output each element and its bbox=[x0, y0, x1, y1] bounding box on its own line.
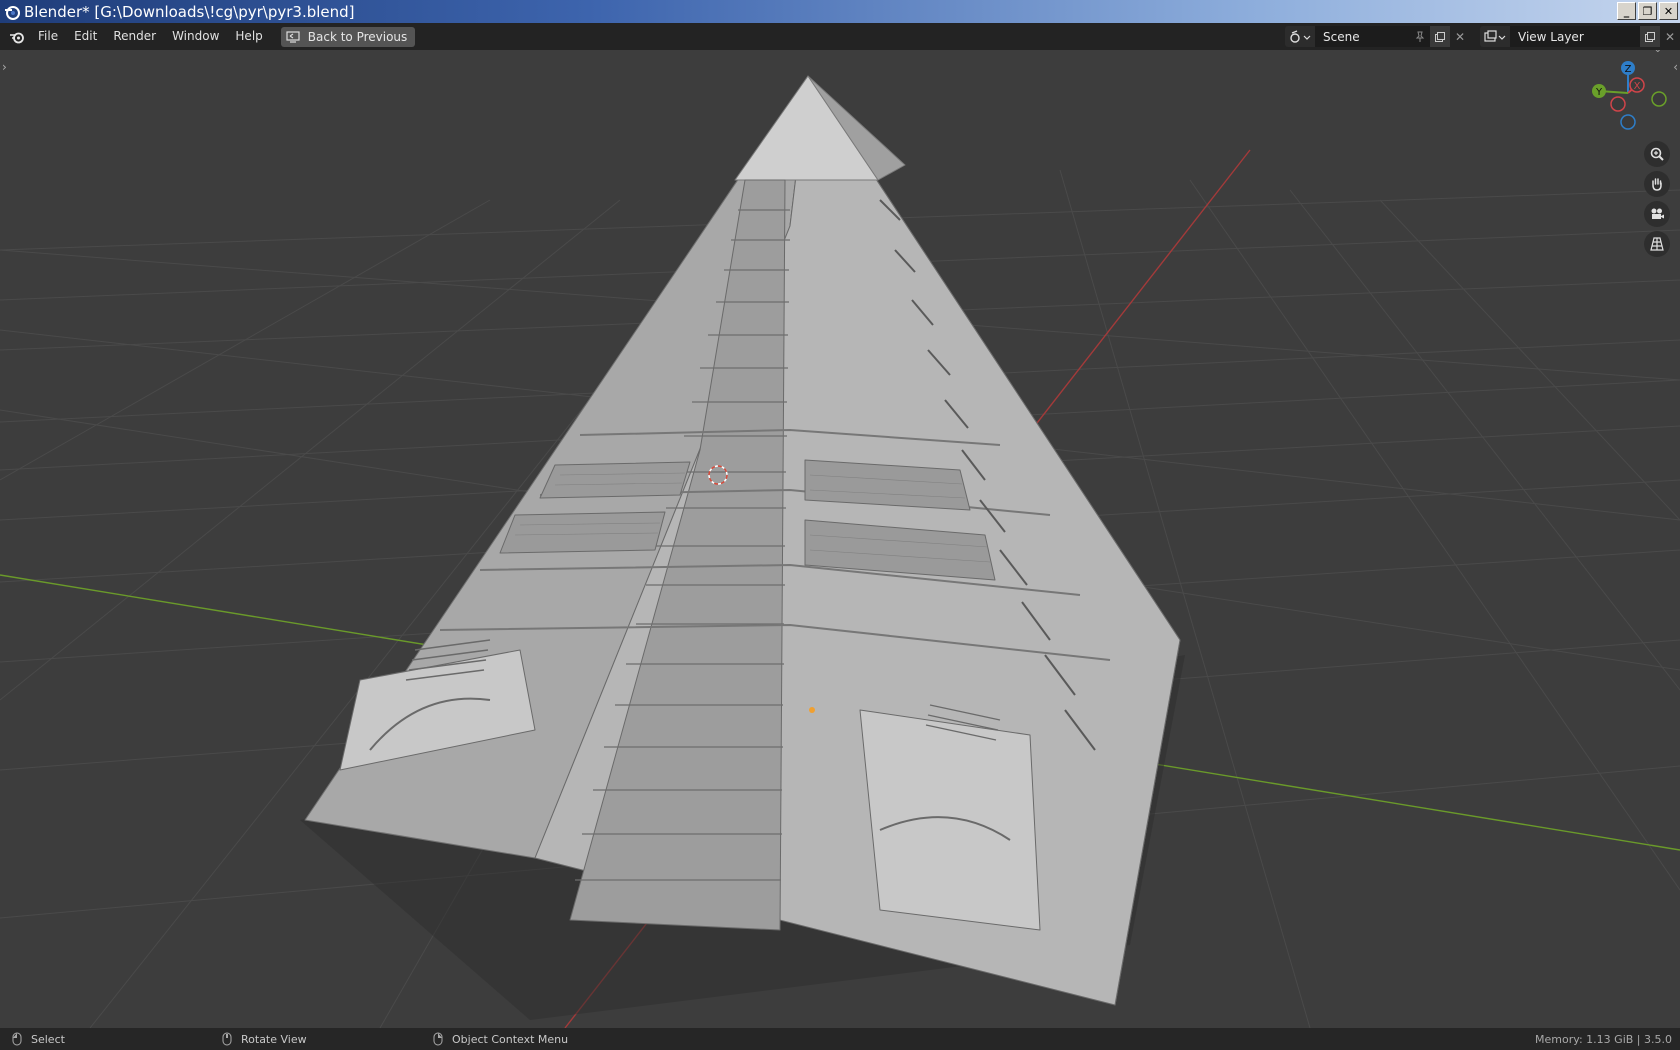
status-select-label: Select bbox=[31, 1032, 65, 1046]
gizmo-x-label: X bbox=[1634, 81, 1641, 92]
scene-name-field[interactable]: Scene bbox=[1315, 26, 1410, 47]
top-menu-bar: File Edit Render Window Help Back to Pre… bbox=[0, 23, 1680, 50]
grid-perspective-icon bbox=[1650, 237, 1664, 251]
viewport-scene bbox=[0, 75, 1680, 1028]
close-button[interactable]: ✕ bbox=[1659, 2, 1678, 20]
mouse-middle-icon bbox=[222, 1032, 232, 1046]
menu-window[interactable]: Window bbox=[164, 23, 227, 50]
scene-type-dropdown[interactable] bbox=[1285, 26, 1315, 47]
menu-file[interactable]: File bbox=[30, 23, 66, 50]
navigation-gizmo[interactable]: Z X Y bbox=[1585, 58, 1675, 142]
camera-icon bbox=[1651, 208, 1664, 219]
blender-menu-button[interactable] bbox=[4, 23, 30, 50]
status-rotate: Rotate View bbox=[222, 1032, 307, 1046]
left-toolbar-expand-icon[interactable]: › bbox=[2, 60, 7, 74]
view-layer-dropdown[interactable] bbox=[1480, 26, 1510, 47]
screen-back-icon bbox=[286, 30, 300, 43]
blender-logo-icon bbox=[5, 5, 20, 20]
pin-icon[interactable] bbox=[1410, 26, 1430, 47]
perspective-toggle-button[interactable] bbox=[1644, 231, 1670, 257]
delete-scene-icon[interactable]: ✕ bbox=[1450, 26, 1470, 47]
menu-edit[interactable]: Edit bbox=[66, 23, 105, 50]
object-origin bbox=[809, 707, 815, 713]
back-to-previous-label: Back to Previous bbox=[307, 29, 408, 44]
window-title: Blender* [G:\Downloads\!cg\pyr\pyr3.blen… bbox=[24, 2, 355, 21]
status-rotate-label: Rotate View bbox=[241, 1032, 307, 1046]
scene-selector: Scene ✕ bbox=[1285, 26, 1470, 47]
3d-viewport[interactable]: › ‹ ⌄ Z X Y bbox=[0, 50, 1680, 1028]
pyramid-model bbox=[300, 75, 1185, 1020]
mouse-left-icon bbox=[12, 1032, 22, 1046]
menu-help[interactable]: Help bbox=[227, 23, 270, 50]
new-scene-icon[interactable] bbox=[1430, 26, 1450, 47]
zoom-icon bbox=[1650, 147, 1664, 161]
status-select: Select bbox=[12, 1032, 65, 1046]
menu-render[interactable]: Render bbox=[105, 23, 164, 50]
blender-icon bbox=[10, 32, 24, 43]
new-view-layer-icon[interactable] bbox=[1640, 26, 1660, 47]
delete-view-layer-icon[interactable]: ✕ bbox=[1660, 26, 1680, 47]
status-context-label: Object Context Menu bbox=[452, 1032, 569, 1046]
memory-version-info: Memory: 1.13 GiB | 3.5.0 bbox=[1535, 1032, 1672, 1046]
pan-button[interactable] bbox=[1644, 171, 1670, 197]
status-context: Object Context Menu bbox=[433, 1032, 568, 1046]
gizmo-y-label: Y bbox=[1595, 87, 1603, 98]
back-to-previous-button[interactable]: Back to Previous bbox=[280, 26, 416, 47]
restore-button[interactable]: ❐ bbox=[1638, 2, 1657, 20]
window-controls: _ ❐ ✕ bbox=[1617, 2, 1678, 20]
minimize-button[interactable]: _ bbox=[1617, 2, 1636, 20]
header-collapse-icon[interactable]: ⌄ bbox=[1654, 50, 1662, 55]
hand-pan-icon bbox=[1652, 178, 1662, 191]
view-layer-selector: View Layer ✕ bbox=[1480, 26, 1680, 47]
scene-icon bbox=[1290, 29, 1311, 43]
gizmo-z-label: Z bbox=[1625, 64, 1632, 75]
view-layer-name-field[interactable]: View Layer bbox=[1510, 26, 1640, 47]
window-title-bar[interactable]: Blender* [G:\Downloads\!cg\pyr\pyr3.blen… bbox=[0, 0, 1680, 23]
zoom-button[interactable] bbox=[1644, 141, 1670, 167]
mouse-right-icon bbox=[433, 1032, 443, 1046]
view-layer-icon bbox=[1484, 29, 1506, 42]
status-bar: Select Rotate View Object Context Menu M… bbox=[0, 1028, 1680, 1050]
camera-view-button[interactable] bbox=[1644, 201, 1670, 227]
